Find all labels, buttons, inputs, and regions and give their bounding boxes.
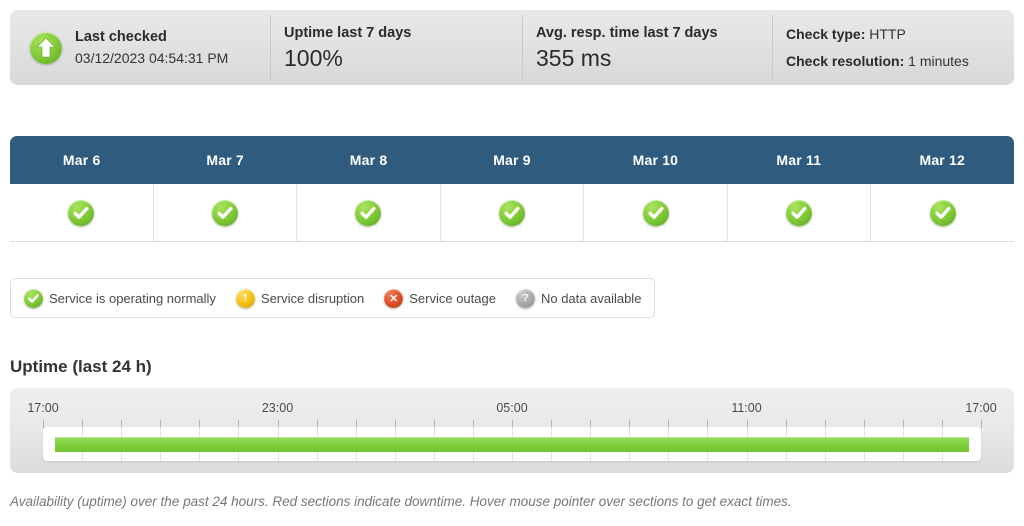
- status-ok-icon: [211, 199, 238, 226]
- uptime-timeline-track[interactable]: [43, 427, 981, 461]
- summary-response-time: Avg. resp. time last 7 days 355 ms: [522, 10, 772, 85]
- day-header-cell: Mar 11: [776, 152, 822, 168]
- check-resolution-value: 1 minutes: [908, 52, 969, 69]
- status-legend: Service is operating normally! Service di…: [10, 278, 656, 318]
- check-type-label: Check type:: [786, 25, 866, 42]
- last-checked-label: Last checked: [75, 28, 167, 45]
- status-glyph: !: [243, 292, 248, 304]
- time-axis-label: 17:00: [27, 401, 59, 415]
- check-type-value: HTTP: [869, 25, 906, 42]
- uptime-bar-segment[interactable]: [55, 437, 969, 452]
- check-circle-icon: [24, 288, 43, 308]
- daily-status-body-row: [10, 184, 1014, 242]
- legend-item-label: Service outage: [409, 290, 496, 306]
- legend-item: Service is operating normally: [24, 288, 216, 308]
- axis-tick: [981, 420, 982, 428]
- x-circle-icon: ✕: [384, 288, 404, 308]
- time-axis-label: 11:00: [731, 401, 762, 415]
- status-ok-icon: [786, 199, 813, 226]
- status-ok-icon: [929, 199, 956, 226]
- uptime-chart-caption: Availability (uptime) over the past 24 h…: [10, 494, 792, 509]
- summary-check-meta: Check type: HTTP Check resolution: 1 min…: [772, 10, 1014, 85]
- status-glyph: ✕: [389, 292, 399, 305]
- day-header-cell: Mar 12: [919, 152, 966, 168]
- legend-item: ! Service disruption: [235, 288, 365, 308]
- time-axis-label: 17:00: [965, 401, 997, 415]
- time-axis-label: 23:00: [261, 401, 294, 415]
- status-ok-icon: [68, 199, 95, 226]
- summary-uptime: Uptime last 7 days 100%: [270, 10, 522, 85]
- day-status-cell[interactable]: [10, 184, 153, 241]
- daily-status-header-row: Mar 6 Mar 7 Mar 8 Mar 9 Mar 10 Mar 11 Mar 12: [10, 136, 1014, 184]
- status-ok-icon: [642, 199, 669, 226]
- warning-circle-icon: !: [235, 288, 255, 308]
- status-ok-icon: [499, 199, 526, 226]
- response-time-label: Avg. resp. time last 7 days: [536, 24, 718, 41]
- time-axis-label: 05:00: [496, 401, 528, 415]
- day-status-cell[interactable]: [870, 184, 1014, 241]
- legend-item-label: No data available: [540, 290, 642, 306]
- summary-last-checked: Last checked 03/12/2023 04:54:31 PM: [10, 10, 270, 85]
- check-resolution-label: Check resolution:: [786, 52, 905, 69]
- daily-status-table: Mar 6 Mar 7 Mar 8 Mar 9 Mar 10 Mar 11 Mar 12: [10, 136, 1014, 242]
- day-header-cell: Mar 9: [493, 152, 531, 168]
- last-checked-value: 03/12/2023 04:54:31 PM: [75, 49, 229, 66]
- day-header-cell: Mar 6: [62, 152, 101, 168]
- legend-item-label: Service disruption: [260, 290, 365, 306]
- day-header-cell: Mar 8: [349, 152, 388, 168]
- day-status-cell[interactable]: [726, 184, 871, 241]
- day-status-cell[interactable]: [296, 184, 440, 241]
- uptime-label: Uptime last 7 days: [284, 24, 412, 41]
- day-status-cell[interactable]: [583, 184, 727, 241]
- day-status-cell[interactable]: [439, 184, 584, 241]
- legend-item-label: Service is operating normally: [49, 290, 216, 306]
- uptime-chart-title: Uptime (last 24 h): [10, 357, 152, 376]
- day-status-cell[interactable]: [152, 184, 297, 241]
- summary-bar: Last checked 03/12/2023 04:54:31 PM Upti…: [10, 10, 1014, 85]
- status-glyph: ?: [522, 292, 529, 304]
- status-page: Last checked 03/12/2023 04:54:31 PM Upti…: [0, 0, 1024, 526]
- time-axis-labels: 17:00 23:00 05:00 11:00 17:00: [10, 401, 1014, 417]
- legend-item: ? No data available: [515, 288, 642, 308]
- legend-item: ✕ Service outage: [384, 288, 496, 308]
- day-header-cell: Mar 10: [632, 152, 679, 168]
- up-arrow-icon: [30, 31, 62, 64]
- response-time-value: 355 ms: [536, 44, 612, 71]
- uptime-chart-panel: 17:00 23:00 05:00 11:00 17:00: [10, 388, 1014, 473]
- check-type-line: Check type: HTTP: [786, 21, 969, 48]
- day-header-cell: Mar 7: [206, 152, 244, 168]
- status-ok-icon: [355, 199, 382, 226]
- check-resolution-line: Check resolution: 1 minutes: [786, 48, 969, 75]
- uptime-bar[interactable]: [55, 437, 969, 452]
- question-circle-icon: ?: [515, 288, 535, 308]
- uptime-value: 100%: [284, 44, 343, 71]
